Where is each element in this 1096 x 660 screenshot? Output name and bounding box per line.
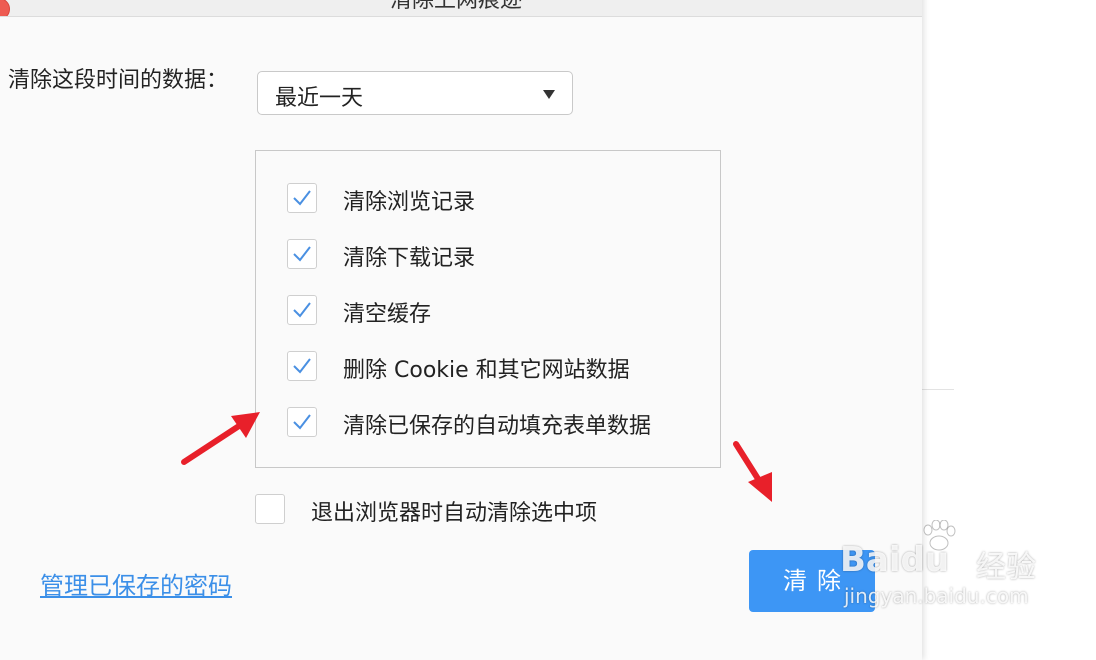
time-range-value: 最近一天: [275, 86, 364, 111]
option-cache[interactable]: 清空缓存: [287, 295, 707, 327]
checkmark-icon: [293, 414, 311, 430]
background-divider: [922, 389, 954, 390]
manage-passwords-link[interactable]: 管理已保存的密码: [40, 566, 232, 601]
clear-button[interactable]: 清除: [749, 550, 875, 612]
checkbox-cookies[interactable]: [287, 351, 317, 381]
option-browsing-history[interactable]: 清除浏览记录: [287, 183, 707, 215]
clear-data-dialog: 清除上网痕迹 清除这段时间的数据： 最近一天 清除浏览记录 清除下载记录 清空缓…: [0, 0, 922, 660]
option-label: 清除已保存的自动填充表单数据: [343, 414, 652, 439]
dialog-title: 清除上网痕迹: [389, 0, 522, 13]
option-label: 删除 Cookie 和其它网站数据: [343, 358, 630, 383]
option-label: 清除下载记录: [343, 246, 476, 271]
checkbox-download-history[interactable]: [287, 239, 317, 269]
checkbox-cache[interactable]: [287, 295, 317, 325]
checkmark-icon: [293, 302, 311, 318]
clear-options-group: 清除浏览记录 清除下载记录 清空缓存 删除 Cookie 和其它网站数据 清除已…: [255, 150, 721, 468]
chevron-down-icon: [543, 90, 555, 99]
checkmark-icon: [293, 190, 311, 206]
option-label: 退出浏览器时自动清除选中项: [311, 501, 598, 526]
period-label: 清除这段时间的数据：: [8, 68, 229, 93]
checkmark-icon: [293, 246, 311, 262]
option-cookies[interactable]: 删除 Cookie 和其它网站数据: [287, 351, 707, 383]
annotation-arrow-icon: [733, 441, 772, 502]
checkbox-browsing-history[interactable]: [287, 183, 317, 213]
time-range-select[interactable]: 最近一天: [257, 71, 573, 115]
dialog-titlebar: 清除上网痕迹: [0, 0, 922, 17]
option-clear-on-exit[interactable]: 退出浏览器时自动清除选中项: [255, 494, 675, 526]
checkbox-autofill[interactable]: [287, 407, 317, 437]
annotation-arrow-icon: [181, 412, 260, 465]
checkmark-icon: [293, 358, 311, 374]
option-autofill[interactable]: 清除已保存的自动填充表单数据: [287, 407, 707, 439]
option-download-history[interactable]: 清除下载记录: [287, 239, 707, 271]
option-label: 清除浏览记录: [343, 190, 476, 215]
background-page: [922, 0, 1096, 634]
option-label: 清空缓存: [343, 302, 432, 327]
checkbox-clear-on-exit[interactable]: [255, 494, 285, 524]
